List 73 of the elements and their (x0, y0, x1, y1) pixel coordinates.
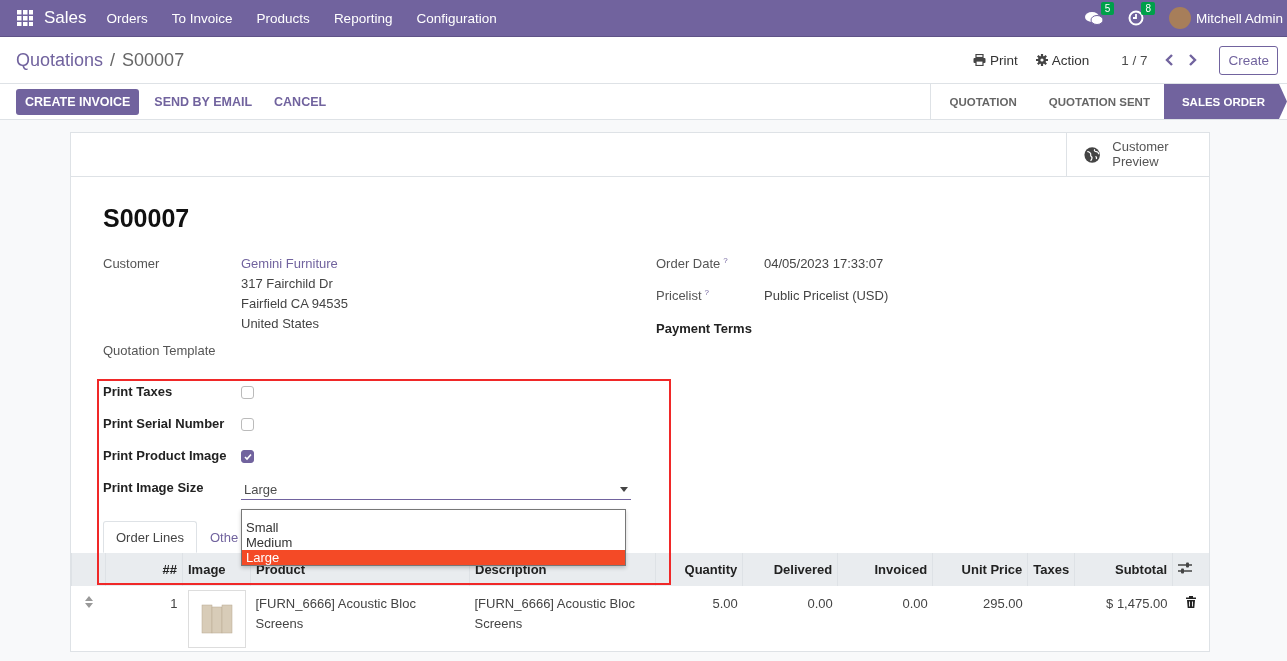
table-cell: [FURN_6666] Acoustic Bloc Screens (474, 596, 635, 631)
table-cell: [FURN_6666] Acoustic Bloc Screens (255, 596, 416, 631)
header-button[interactable]: CREATE INVOICE (16, 88, 140, 115)
user-name[interactable]: Mitchell Admin (1195, 10, 1283, 26)
image-size-select[interactable]: Large (241, 480, 631, 500)
printer-icon (972, 54, 986, 66)
caret-icon (620, 487, 628, 492)
app-name[interactable]: Sales (44, 8, 87, 28)
pager-value: 1 / 7 (1121, 52, 1148, 68)
field-label: Payment Terms (656, 320, 753, 336)
activity-count-badge: 8 (1141, 2, 1155, 15)
field-label: Quotation Template (103, 343, 217, 358)
next-icon[interactable] (1187, 54, 1198, 66)
menu-item[interactable]: Products (256, 10, 310, 26)
column-header[interactable]: Delivered (742, 553, 838, 586)
record-title: S00007 (103, 204, 191, 233)
field-label: Customer (103, 256, 161, 273)
print-button[interactable]: Print (968, 52, 1022, 68)
field-label: Print Image Size (103, 480, 205, 497)
column-header[interactable]: ## (105, 553, 183, 586)
dropdown-option[interactable]: Small (242, 520, 625, 535)
checkbox[interactable] (241, 386, 254, 399)
address-line: 317 Fairchild Dr (241, 276, 334, 291)
dropdown-option[interactable]: Medium (242, 535, 625, 550)
product-image (187, 590, 246, 648)
status-stage[interactable]: SALES ORDER (1163, 84, 1287, 119)
breadcrumb-current: S00007 (122, 49, 185, 71)
chat-icon[interactable] (1083, 10, 1104, 26)
column-settings-icon[interactable] (1178, 562, 1192, 574)
table-cell: 0.00 (807, 596, 833, 611)
field-label: Print Serial Number (103, 416, 226, 431)
customer-link[interactable]: Gemini Furniture (241, 256, 348, 271)
gear-icon (1035, 54, 1048, 66)
field-label: Pricelist $^{?}$ (656, 288, 710, 304)
table-cell: $ 1,475.00 (1106, 596, 1168, 611)
checkbox[interactable] (241, 450, 254, 463)
menu-item[interactable]: Configuration (416, 10, 497, 26)
menu-item[interactable]: Orders (106, 10, 148, 26)
column-header[interactable]: Subtotal (1074, 553, 1173, 586)
column-header[interactable]: Unit Price (932, 553, 1028, 586)
field-label: Print Product Image (103, 448, 228, 463)
clock-icon[interactable] (1128, 10, 1145, 26)
checkbox[interactable] (241, 418, 254, 431)
address-line: Fairfield CA 94535 (241, 296, 348, 311)
message-count-badge: 5 (1100, 2, 1115, 15)
checkmark-icon (242, 451, 253, 462)
breadcrumb-link[interactable]: Quotations (16, 49, 104, 71)
dropdown-option[interactable]: Large (242, 550, 625, 565)
column-header[interactable]: Invoiced (837, 553, 933, 586)
globe-icon (1084, 144, 1101, 165)
action-button[interactable]: Action (1031, 52, 1094, 68)
breadcrumb-separator: / (110, 49, 116, 71)
create-button[interactable]: Create (1219, 45, 1278, 75)
header-button[interactable]: CANCEL (265, 88, 336, 115)
table-cell: 0.00 (902, 596, 928, 611)
field-value: Public Pricelist (USD) (764, 288, 889, 304)
notebook-tab[interactable]: Order Lines (103, 521, 197, 553)
apps-menu-icon[interactable] (17, 10, 33, 26)
menu-item[interactable]: Reporting (333, 10, 393, 26)
column-header[interactable]: Taxes (1027, 553, 1075, 586)
drag-handle-icon[interactable] (84, 596, 93, 608)
delete-icon[interactable] (1185, 596, 1196, 608)
table-cell: 5.00 (712, 596, 738, 611)
table-cell: 1 (170, 596, 178, 611)
menu-item[interactable]: To Invoice (171, 10, 233, 26)
column-header[interactable]: Quantity (655, 553, 743, 586)
field-label: Print Taxes (103, 384, 174, 399)
field-label: Order Date $^{?}$ (656, 256, 729, 272)
table-cell: 295.00 (983, 596, 1023, 611)
header-button[interactable]: SEND BY EMAIL (145, 88, 262, 115)
address-line: United States (241, 316, 321, 331)
field-value: 04/05/2023 17:33:07 (764, 256, 884, 272)
previous-icon[interactable] (1165, 54, 1176, 66)
